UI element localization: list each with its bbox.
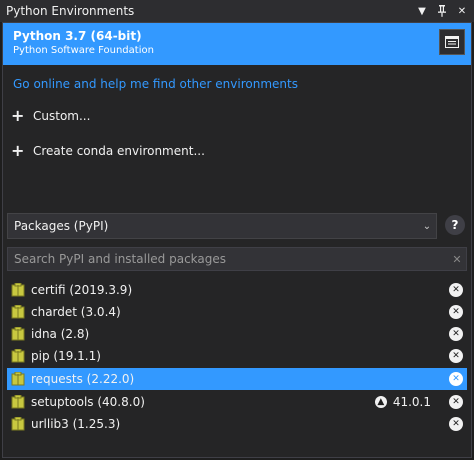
arrow-up-icon: ▲ xyxy=(374,396,387,408)
package-icon xyxy=(11,327,25,341)
package-icon xyxy=(11,305,25,319)
package-row[interactable]: setuptools (40.8.0) ▲ 41.0.1 ✕ xyxy=(7,391,467,413)
package-name: idna (2.8) xyxy=(31,327,90,341)
package-icon xyxy=(11,417,25,431)
title-bar: Python Environments ▼ ✕ xyxy=(0,0,474,22)
uninstall-icon[interactable]: ✕ xyxy=(449,395,463,409)
action-label: Create conda environment... xyxy=(33,144,205,158)
custom-environment-button[interactable]: + Custom... xyxy=(11,106,91,125)
package-icon xyxy=(11,372,25,386)
uninstall-icon[interactable]: ✕ xyxy=(449,327,463,341)
package-name: urllib3 (1.25.3) xyxy=(31,417,121,431)
create-conda-button[interactable]: + Create conda environment... xyxy=(11,141,205,160)
plus-icon: + xyxy=(11,106,25,125)
package-name: chardet (3.0.4) xyxy=(31,305,121,319)
package-row[interactable]: certifi (2019.3.9) ✕ xyxy=(7,279,467,301)
window-title: Python Environments xyxy=(6,4,135,18)
package-icon xyxy=(11,283,25,297)
package-row[interactable]: urllib3 (1.25.3) ✕ xyxy=(7,413,467,435)
package-icon xyxy=(11,349,25,363)
package-name: pip (19.1.1) xyxy=(31,349,101,363)
package-row[interactable]: pip (19.1.1) ✕ xyxy=(7,345,467,367)
view-select[interactable]: Packages (PyPI) ⌄ xyxy=(7,213,437,239)
chevron-down-icon: ⌄ xyxy=(422,220,432,232)
clear-icon[interactable]: ✕ xyxy=(448,253,466,266)
upgrade-version: 41.0.1 xyxy=(392,395,431,409)
uninstall-icon[interactable]: ✕ xyxy=(449,305,463,319)
selected-environment[interactable]: Python 3.7 (64-bit) Python Software Foun… xyxy=(3,23,471,65)
environments-panel: Python 3.7 (64-bit) Python Software Foun… xyxy=(2,22,472,458)
package-row[interactable]: idna (2.8) ✕ xyxy=(7,323,467,345)
package-name: setuptools (40.8.0) xyxy=(31,395,145,409)
package-icon xyxy=(11,395,25,409)
find-environments-link[interactable]: Go online and help me find other environ… xyxy=(13,77,298,91)
upgrade-button[interactable]: ▲ 41.0.1 xyxy=(374,395,431,409)
search-input[interactable] xyxy=(8,251,448,267)
package-row[interactable]: chardet (3.0.4) ✕ xyxy=(7,301,467,323)
package-name: requests (2.22.0) xyxy=(31,372,135,386)
help-button[interactable]: ? xyxy=(445,215,465,235)
environment-icon[interactable] xyxy=(439,29,465,55)
package-row-selected[interactable]: requests (2.22.0) ✕ xyxy=(7,368,467,390)
action-label: Custom... xyxy=(33,109,91,123)
environment-name: Python 3.7 (64-bit) xyxy=(13,29,142,43)
uninstall-icon[interactable]: ✕ xyxy=(449,372,463,386)
plus-icon: + xyxy=(11,141,25,160)
pin-icon[interactable] xyxy=(434,3,450,19)
uninstall-icon[interactable]: ✕ xyxy=(449,417,463,431)
environment-publisher: Python Software Foundation xyxy=(13,45,154,56)
uninstall-icon[interactable]: ✕ xyxy=(449,349,463,363)
package-name: certifi (2019.3.9) xyxy=(31,283,133,297)
view-select-value: Packages (PyPI) xyxy=(14,219,109,233)
dropdown-arrow-icon[interactable]: ▼ xyxy=(414,3,430,19)
package-search[interactable]: ✕ xyxy=(7,247,467,271)
close-icon[interactable]: ✕ xyxy=(454,3,470,19)
uninstall-icon[interactable]: ✕ xyxy=(449,283,463,297)
